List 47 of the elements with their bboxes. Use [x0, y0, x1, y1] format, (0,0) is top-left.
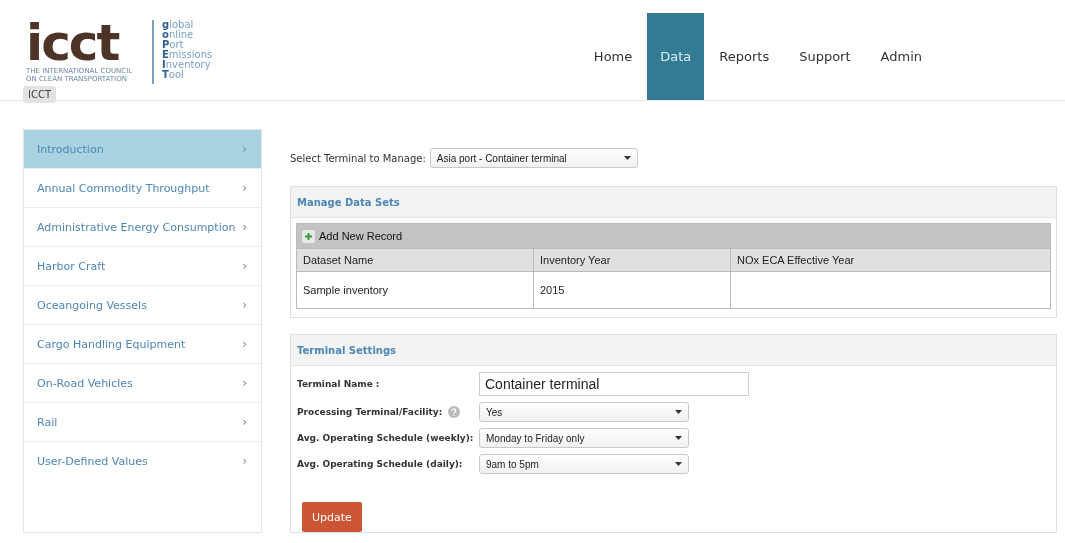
- tool-name-line: Inventory: [162, 60, 212, 70]
- nav-tab[interactable]: Admin: [865, 13, 937, 100]
- chevron: ›: [242, 220, 247, 234]
- sidebar-item[interactable]: Introduction ›: [24, 130, 261, 169]
- dropdown[interactable]: Yes: [479, 402, 689, 422]
- caret-icon: [675, 462, 682, 466]
- panel-title: Terminal Settings: [291, 335, 1056, 366]
- chevron: ›: [242, 376, 247, 390]
- nav-tab[interactable]: Data: [647, 13, 705, 100]
- tool-name-line: online: [162, 30, 195, 40]
- column-header: NOx ECA Effective Year: [731, 248, 1050, 271]
- nav-tab[interactable]: Reports: [704, 13, 785, 100]
- field-label: Terminal Name :: [297, 379, 380, 389]
- column-header: Inventory Year: [534, 248, 731, 271]
- table-cell: Sample inventory: [297, 271, 534, 308]
- tool-name-line: Tool: [162, 70, 184, 80]
- input-field[interactable]: Container terminal: [479, 372, 749, 396]
- terminal-select-label: Select Terminal to Manage:: [290, 152, 426, 164]
- tool-name-line: Port: [162, 40, 185, 50]
- tooltip: ICCT: [23, 86, 57, 103]
- dropdown[interactable]: 9am to 5pm: [479, 454, 689, 474]
- caret-icon: [675, 410, 682, 414]
- caret-icon: [623, 156, 631, 160]
- panel-title: Manage Data Sets: [291, 187, 1056, 218]
- field-label: Avg. Operating Schedule (weekly):: [297, 433, 474, 443]
- field-label: Processing Terminal/Facility:: [297, 407, 443, 417]
- chevron: ›: [242, 259, 247, 273]
- chevron: ›: [242, 415, 247, 429]
- chevron: ›: [242, 298, 247, 312]
- dropdown[interactable]: Monday to Friday only: [479, 428, 689, 448]
- tool-name-line: global: [162, 20, 195, 30]
- logo-wordmark: icct: [26, 20, 119, 66]
- column-header: Dataset Name: [297, 248, 534, 271]
- terminal-select[interactable]: Asia port - Container terminal: [429, 148, 638, 168]
- chevron: ›: [242, 142, 247, 156]
- caret-icon: [675, 436, 682, 440]
- chevron: ›: [242, 454, 247, 468]
- table-cell: 2015: [534, 271, 731, 308]
- plus-icon: [302, 229, 315, 243]
- field-label: Avg. Operating Schedule (daily):: [297, 459, 463, 469]
- nav-tab[interactable]: Home: [578, 13, 648, 100]
- tool-name-line: Emissions: [162, 50, 213, 60]
- add-record-button[interactable]: Add New Record: [302, 229, 403, 243]
- nav-tab[interactable]: Support: [784, 13, 866, 100]
- update-button[interactable]: Update: [302, 502, 362, 532]
- chevron: ›: [242, 181, 247, 195]
- chevron: ›: [242, 337, 247, 351]
